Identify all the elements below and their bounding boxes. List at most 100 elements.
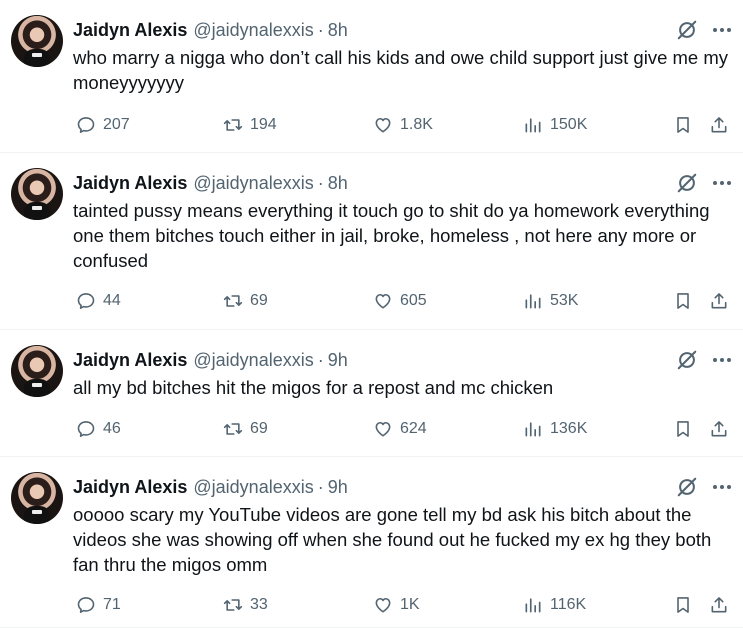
author-name[interactable]: Jaidyn Alexis bbox=[73, 19, 187, 41]
timestamp[interactable]: 9h bbox=[328, 476, 348, 498]
share-upload-icon bbox=[711, 597, 727, 613]
views-count: 116K bbox=[550, 596, 587, 613]
tweet[interactable]: Jaidyn Alexis @jaidynalexxis · 9h all my… bbox=[0, 330, 743, 457]
reply-count: 46 bbox=[103, 420, 121, 437]
grok-slash-icon[interactable] bbox=[676, 349, 698, 371]
timestamp[interactable]: 8h bbox=[328, 172, 348, 194]
views-count: 53K bbox=[550, 292, 579, 309]
more-options-ellipsis-icon[interactable] bbox=[710, 350, 734, 370]
like-button[interactable]: 1.8K bbox=[373, 110, 433, 140]
avatar[interactable] bbox=[11, 168, 63, 220]
tweet-text: ooooo scary my YouTube videos are gone t… bbox=[73, 504, 712, 575]
more-options-ellipsis-icon[interactable] bbox=[710, 20, 734, 40]
bar-chart-icon bbox=[525, 598, 541, 613]
retweet-arrows-icon bbox=[223, 295, 243, 307]
views-button[interactable]: 136K bbox=[523, 414, 587, 444]
tweet[interactable]: Jaidyn Alexis @jaidynalexxis · 8h who ma… bbox=[0, 0, 743, 153]
author-handle[interactable]: @jaidynalexxis bbox=[193, 19, 313, 41]
speech-bubble-icon bbox=[77, 597, 95, 613]
like-count: 624 bbox=[400, 420, 427, 437]
timestamp[interactable]: 9h bbox=[328, 349, 348, 371]
reply-count: 207 bbox=[103, 116, 130, 133]
author-name[interactable]: Jaidyn Alexis bbox=[73, 476, 187, 498]
reply-button[interactable]: 71 bbox=[76, 590, 121, 620]
speech-bubble-icon bbox=[77, 293, 95, 309]
share-button[interactable] bbox=[709, 590, 729, 620]
views-button[interactable]: 116K bbox=[523, 590, 586, 620]
retweet-button[interactable]: 194 bbox=[223, 110, 277, 140]
views-button[interactable]: 53K bbox=[523, 286, 578, 316]
tweet-header: Jaidyn Alexis @jaidynalexxis · 8h bbox=[73, 172, 348, 194]
bar-chart-icon bbox=[525, 422, 541, 437]
views-count: 136K bbox=[550, 420, 588, 437]
share-button[interactable] bbox=[709, 286, 729, 316]
bookmark-button[interactable] bbox=[673, 286, 693, 316]
action-bar: 44 69 605 53K bbox=[0, 286, 743, 316]
retweet-arrows-icon bbox=[223, 119, 243, 131]
share-upload-icon bbox=[711, 117, 727, 133]
action-bar: 46 69 624 136K bbox=[0, 414, 743, 444]
separator-dot: · bbox=[317, 173, 324, 193]
speech-bubble-icon bbox=[77, 421, 95, 437]
retweet-count: 69 bbox=[250, 292, 268, 309]
tweet-header: Jaidyn Alexis @jaidynalexxis · 9h bbox=[73, 349, 348, 371]
timestamp[interactable]: 8h bbox=[328, 19, 348, 41]
views-button[interactable]: 150K bbox=[523, 110, 587, 140]
separator-dot: · bbox=[317, 20, 324, 40]
retweet-button[interactable]: 69 bbox=[223, 286, 268, 316]
author-handle[interactable]: @jaidynalexxis bbox=[193, 172, 313, 194]
bookmark-icon bbox=[677, 293, 689, 309]
avatar[interactable] bbox=[11, 345, 63, 397]
retweet-count: 69 bbox=[250, 420, 268, 437]
grok-slash-icon[interactable] bbox=[676, 172, 698, 194]
more-options-ellipsis-icon[interactable] bbox=[710, 173, 734, 193]
bookmark-button[interactable] bbox=[673, 110, 693, 140]
share-upload-icon bbox=[711, 293, 727, 309]
like-count: 1.8K bbox=[400, 116, 433, 133]
bookmark-button[interactable] bbox=[673, 590, 693, 620]
tweet-header: Jaidyn Alexis @jaidynalexxis · 8h bbox=[73, 19, 348, 41]
tweet[interactable]: Jaidyn Alexis @jaidynalexxis · 9h ooooo … bbox=[0, 457, 743, 628]
retweet-arrows-icon bbox=[223, 423, 243, 435]
heart-icon bbox=[375, 117, 391, 133]
bookmark-icon bbox=[677, 597, 689, 613]
reply-button[interactable]: 46 bbox=[76, 414, 121, 444]
tweet-text: all my bd bitches hit the migos for a re… bbox=[73, 377, 554, 398]
retweet-count: 194 bbox=[250, 116, 277, 133]
tweet-text: who marry a nigga who don’t call his kid… bbox=[73, 47, 729, 93]
action-bar: 71 33 1K 116K bbox=[0, 590, 743, 620]
reply-button[interactable]: 207 bbox=[76, 110, 130, 140]
bookmark-button[interactable] bbox=[673, 414, 693, 444]
author-handle[interactable]: @jaidynalexxis bbox=[193, 476, 313, 498]
like-count: 605 bbox=[400, 292, 427, 309]
action-bar: 207 194 1.8K 150K bbox=[0, 110, 743, 140]
reply-button[interactable]: 44 bbox=[76, 286, 121, 316]
separator-dot: · bbox=[317, 350, 324, 370]
avatar[interactable] bbox=[11, 472, 63, 524]
avatar[interactable] bbox=[11, 15, 63, 67]
retweet-arrows-icon bbox=[223, 599, 243, 611]
retweet-button[interactable]: 33 bbox=[223, 590, 268, 620]
bookmark-icon bbox=[677, 117, 689, 133]
reply-count: 44 bbox=[103, 292, 121, 309]
like-button[interactable]: 624 bbox=[373, 414, 427, 444]
tweet-feed: Jaidyn Alexis @jaidynalexxis · 8h who ma… bbox=[0, 0, 743, 628]
reply-count: 71 bbox=[103, 596, 121, 613]
bookmark-icon bbox=[677, 421, 689, 437]
grok-slash-icon[interactable] bbox=[676, 19, 698, 41]
tweet-header: Jaidyn Alexis @jaidynalexxis · 9h bbox=[73, 476, 348, 498]
heart-icon bbox=[375, 293, 391, 309]
like-button[interactable]: 605 bbox=[373, 286, 427, 316]
share-button[interactable] bbox=[709, 414, 729, 444]
like-button[interactable]: 1K bbox=[373, 590, 420, 620]
retweet-button[interactable]: 69 bbox=[223, 414, 268, 444]
tweet[interactable]: Jaidyn Alexis @jaidynalexxis · 8h tainte… bbox=[0, 153, 743, 330]
bar-chart-icon bbox=[525, 294, 541, 309]
share-button[interactable] bbox=[709, 110, 729, 140]
grok-slash-icon[interactable] bbox=[676, 476, 698, 498]
author-name[interactable]: Jaidyn Alexis bbox=[73, 349, 187, 371]
author-name[interactable]: Jaidyn Alexis bbox=[73, 172, 187, 194]
author-handle[interactable]: @jaidynalexxis bbox=[193, 349, 313, 371]
share-upload-icon bbox=[711, 421, 727, 437]
more-options-ellipsis-icon[interactable] bbox=[710, 477, 734, 497]
